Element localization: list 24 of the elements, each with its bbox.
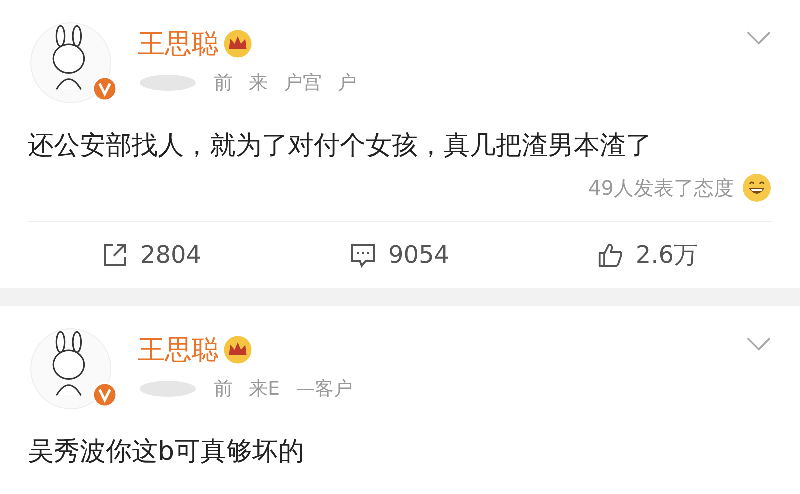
repost-button[interactable]: 2804 [94,237,210,273]
chevron-down-icon[interactable] [746,336,772,352]
post-meta: 前 [214,71,233,96]
post-text: 吴秀波你这b可真够坏的 [28,436,306,469]
post-text: 还公安部找人，就为了对付个女孩，真几把渣男本渣了 [28,130,653,163]
verified-badge-icon [92,76,118,102]
post-meta: —客户 [296,377,354,402]
thumbs-up-icon [598,242,624,268]
comment-icon [350,242,376,268]
comment-button[interactable]: 9054 [342,237,458,273]
crown-icon [223,335,253,365]
laughing-face-icon [742,173,772,203]
share-icon [102,242,128,268]
post-meta: 户宫 [284,71,322,96]
chevron-down-icon[interactable] [746,30,772,46]
post-meta: 户 [338,71,357,96]
like-button[interactable]: 2.6万 [590,235,706,275]
post-meta: 来E [249,377,280,402]
blurred-timestamp-drawing [138,379,198,399]
post-meta: 来 [249,71,268,96]
blurred-timestamp-drawing [138,73,198,93]
verified-badge-icon [92,382,118,408]
post-meta: 前 [214,377,233,402]
crown-icon [223,29,253,59]
